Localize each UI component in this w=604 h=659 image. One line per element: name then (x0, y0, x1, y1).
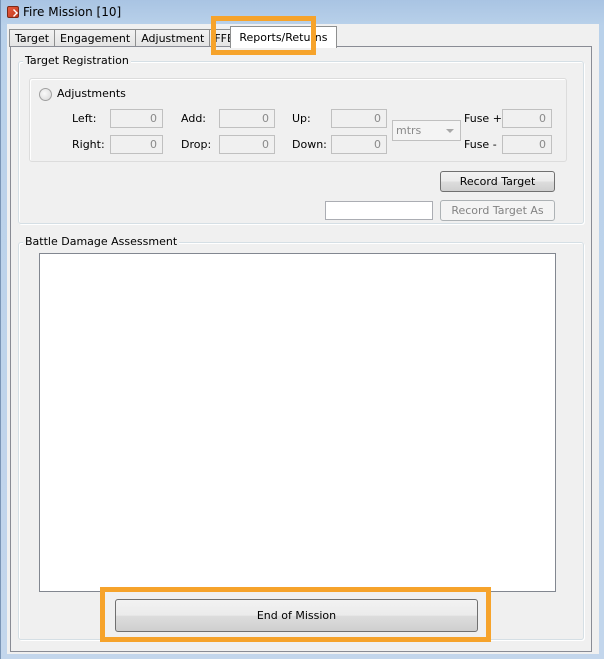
window-title: Fire Mission [10] (23, 5, 122, 19)
drop-label: Drop: (181, 138, 212, 151)
battle-damage-assessment-group: Battle Damage Assessment End of Mission (18, 235, 584, 640)
title-bar[interactable]: Fire Mission [10] (1, 0, 604, 24)
add-field[interactable]: 0 (219, 109, 275, 128)
fuse-minus-label: Fuse - (464, 138, 497, 151)
tab-reports-returns[interactable]: Reports/Returns (230, 26, 337, 48)
adjustments-radio[interactable] (39, 88, 52, 101)
app-icon (7, 6, 19, 18)
right-label: Right: (72, 138, 105, 151)
tab-ffe[interactable]: FFE (209, 29, 232, 47)
right-field[interactable]: 0 (110, 135, 163, 154)
battle-damage-assessment-label: Battle Damage Assessment (23, 235, 180, 248)
window-client-area: Target Engagement Adjustment FFE Reports… (7, 24, 599, 654)
record-target-button[interactable]: Record Target (440, 171, 555, 192)
fuse-plus-field[interactable]: 0 (502, 109, 552, 128)
up-field[interactable]: 0 (331, 109, 387, 128)
fuse-minus-field[interactable]: 0 (502, 135, 552, 154)
record-target-as-button[interactable]: Record Target As (440, 200, 555, 221)
end-of-mission-button[interactable]: End of Mission (115, 599, 478, 632)
tab-strip: Target Engagement Adjustment FFE Reports… (9, 26, 337, 48)
target-registration-group: Target Registration Adjustments Left: 0 … (18, 54, 584, 224)
fuse-plus-label: Fuse + (464, 112, 502, 125)
adjustments-label: Adjustments (57, 87, 126, 100)
add-label: Add: (181, 112, 207, 125)
drop-field[interactable]: 0 (219, 135, 275, 154)
fire-mission-window: Fire Mission [10] Target Engagement Adju… (0, 0, 604, 659)
units-dropdown[interactable]: mtrs (392, 120, 461, 141)
chevron-down-icon (446, 129, 454, 133)
reports-returns-panel: Target Registration Adjustments Left: 0 … (10, 46, 592, 652)
down-field[interactable]: 0 (331, 135, 387, 154)
target-registration-label: Target Registration (23, 54, 131, 67)
down-label: Down: (292, 138, 327, 151)
tab-adjustment[interactable]: Adjustment (135, 29, 211, 47)
left-field[interactable]: 0 (110, 109, 163, 128)
units-selected-value: mtrs (396, 124, 422, 137)
battle-damage-assessment-textarea[interactable] (39, 253, 556, 592)
tab-engagement[interactable]: Engagement (54, 29, 137, 47)
left-label: Left: (72, 112, 97, 125)
tab-target[interactable]: Target (9, 29, 56, 47)
adjustments-subgroup: Adjustments Left: 0 Right: 0 Add: 0 Drop… (29, 78, 567, 162)
record-target-as-name-input[interactable] (325, 201, 433, 220)
up-label: Up: (292, 112, 311, 125)
